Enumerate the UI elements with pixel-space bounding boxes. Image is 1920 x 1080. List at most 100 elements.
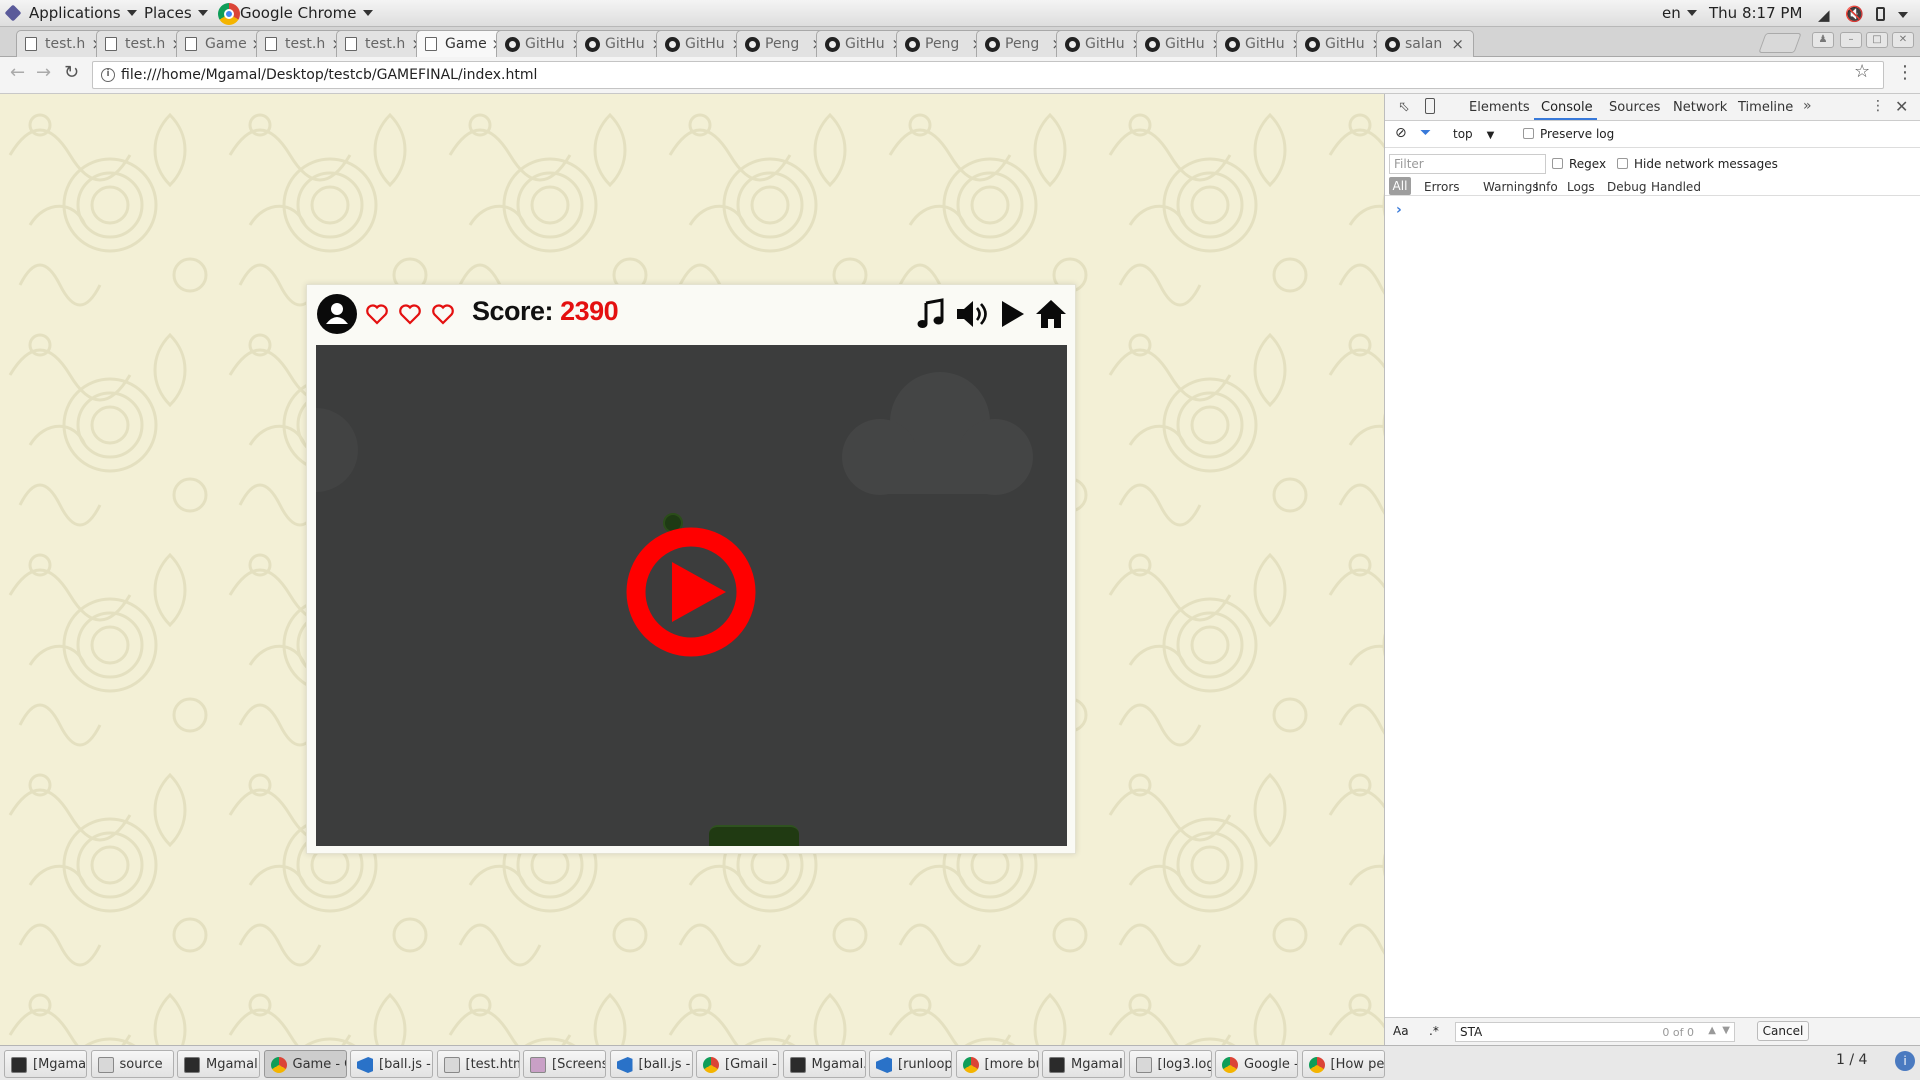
level-handled[interactable]: Handled bbox=[1651, 180, 1701, 194]
taskbar-window-button[interactable]: [Mgamal... bbox=[4, 1050, 87, 1078]
bookmark-star-icon[interactable]: ☆ bbox=[1854, 61, 1870, 82]
browser-tab-strip: test.h×test.h×Game×test.h×test.h×Game×Gi… bbox=[0, 27, 1920, 58]
taskbar-window-button[interactable]: source bbox=[90, 1050, 174, 1078]
more-tabs-chevron-icon[interactable]: » bbox=[1803, 98, 1812, 114]
battery-icon[interactable] bbox=[1876, 7, 1885, 21]
tab-title: GitHu bbox=[525, 36, 565, 52]
close-devtools-icon[interactable]: ✕ bbox=[1895, 97, 1908, 116]
level-logs[interactable]: Logs bbox=[1567, 180, 1595, 194]
console-prompt-chevron-icon[interactable]: › bbox=[1396, 202, 1402, 218]
taskbar-window-button[interactable]: Mgamal... bbox=[782, 1050, 866, 1078]
language-indicator[interactable]: en bbox=[1662, 0, 1697, 27]
maximize-button[interactable]: □ bbox=[1866, 32, 1888, 48]
devtools-menu-icon[interactable]: ⋮ bbox=[1871, 98, 1885, 114]
terminal-icon bbox=[11, 1057, 27, 1073]
forward-arrow-icon[interactable]: → bbox=[36, 62, 51, 83]
search-cancel-button[interactable]: Cancel bbox=[1757, 1021, 1809, 1041]
game-panel: Score: 2390 bbox=[306, 284, 1076, 854]
taskbar-window-label: Mgamal... bbox=[1071, 1057, 1124, 1072]
taskbar-window-label: [log3.log... bbox=[1157, 1057, 1211, 1072]
app-menu[interactable]: Google Chrome bbox=[240, 0, 373, 27]
taskbar-window-label: [ball.js - ... bbox=[638, 1057, 692, 1072]
workspace-switcher-icon[interactable]: i bbox=[1895, 1051, 1915, 1071]
level-all[interactable]: All bbox=[1389, 177, 1411, 195]
info-icon[interactable]: i bbox=[101, 68, 115, 82]
taskbar-window-button[interactable]: [test.htm... bbox=[436, 1050, 520, 1078]
taskbar-window-button[interactable]: [Gmail - ... bbox=[696, 1050, 779, 1078]
reload-icon[interactable]: ↻ bbox=[64, 62, 79, 83]
volume-muted-icon[interactable]: 🔇 bbox=[1845, 5, 1864, 23]
match-case-toggle[interactable]: Aa bbox=[1393, 1024, 1409, 1038]
regex-checkbox[interactable]: Regex bbox=[1552, 157, 1606, 171]
device-mode-icon[interactable] bbox=[1425, 98, 1435, 114]
tab-title: test.h bbox=[125, 36, 166, 52]
tab-elements[interactable]: Elements bbox=[1469, 100, 1530, 115]
minimize-button[interactable]: – bbox=[1840, 32, 1862, 48]
tab-sources[interactable]: Sources bbox=[1609, 100, 1660, 115]
back-arrow-icon[interactable]: ← bbox=[10, 62, 25, 83]
chrome-menu-icon[interactable]: ⋮ bbox=[1896, 62, 1914, 83]
music-note-icon[interactable] bbox=[914, 297, 948, 331]
regex-toggle[interactable]: .* bbox=[1429, 1024, 1439, 1038]
address-bar[interactable]: i file:///home/Mgamal/Desktop/testcb/GAM… bbox=[92, 61, 1884, 89]
browser-tab[interactable]: salan × bbox=[1376, 30, 1474, 57]
tab-title: GitHu bbox=[605, 36, 645, 52]
level-errors[interactable]: Errors bbox=[1424, 180, 1460, 194]
clock[interactable]: Thu 8:17 PM bbox=[1709, 0, 1802, 27]
player-avatar-icon[interactable] bbox=[317, 294, 357, 334]
filter-funnel-icon[interactable]: ⏷ bbox=[1420, 125, 1431, 141]
search-prev-icon[interactable]: ▲ bbox=[1708, 1025, 1716, 1036]
search-next-icon[interactable]: ▼ bbox=[1722, 1025, 1730, 1036]
start-game-play-icon[interactable] bbox=[626, 527, 756, 657]
places-menu[interactable]: Places bbox=[144, 0, 208, 27]
home-icon[interactable] bbox=[1034, 297, 1068, 331]
clear-console-icon[interactable]: ⊘ bbox=[1395, 125, 1407, 141]
search-input[interactable]: STA 0 of 0 ▲ ▼ bbox=[1455, 1022, 1735, 1042]
taskbar-window-button[interactable]: Game - G... bbox=[263, 1050, 347, 1078]
hide-network-checkbox[interactable]: Hide network messages bbox=[1617, 157, 1778, 171]
profile-button[interactable]: ♟ bbox=[1812, 32, 1834, 48]
page-viewport: Score: 2390 bbox=[0, 95, 1384, 1045]
level-debug[interactable]: Debug bbox=[1607, 180, 1646, 194]
taskbar-window-button[interactable]: Mgamal... bbox=[1042, 1050, 1125, 1078]
taskbar-window-button[interactable]: Mgamal... bbox=[177, 1050, 260, 1078]
tab-timeline[interactable]: Timeline bbox=[1738, 100, 1793, 115]
taskbar-window-button[interactable]: [more bu... bbox=[955, 1050, 1039, 1078]
level-info[interactable]: Info bbox=[1535, 180, 1558, 194]
workspace-indicator[interactable]: 1 / 4 bbox=[1836, 1052, 1867, 1068]
taskbar-window-label: Game - G... bbox=[292, 1057, 346, 1072]
inspect-element-icon[interactable]: ⬁ bbox=[1398, 99, 1410, 115]
system-menu-caret-icon[interactable] bbox=[1898, 12, 1908, 18]
tab-console[interactable]: Console bbox=[1541, 100, 1593, 115]
new-tab-button[interactable] bbox=[1758, 33, 1802, 53]
close-window-button[interactable]: ✕ bbox=[1892, 32, 1914, 48]
github-icon bbox=[985, 37, 1000, 52]
level-warnings[interactable]: Warnings bbox=[1483, 180, 1539, 194]
context-label: top bbox=[1453, 127, 1473, 141]
filter-input[interactable]: Filter bbox=[1389, 154, 1546, 174]
taskbar-window-button[interactable]: [How pe... bbox=[1301, 1050, 1385, 1078]
vscode-icon bbox=[616, 1057, 633, 1073]
game-canvas[interactable] bbox=[316, 345, 1067, 846]
taskbar-window-button[interactable]: [Screensh... bbox=[523, 1050, 606, 1078]
heart-life-icon bbox=[432, 304, 454, 325]
taskbar-window-button[interactable]: [ball.js - ... bbox=[350, 1050, 433, 1078]
tab-title: test.h bbox=[45, 36, 86, 52]
devtools-tab-bar: ⬁ Elements Console Sources Network Timel… bbox=[1385, 94, 1920, 121]
github-icon bbox=[1305, 37, 1320, 52]
taskbar-window-button[interactable]: [runloop.j... bbox=[869, 1050, 952, 1078]
taskbar-window-button[interactable]: [ball.js - ... bbox=[609, 1050, 693, 1078]
taskbar-window-label: [ball.js - ... bbox=[379, 1057, 432, 1072]
preserve-log-checkbox[interactable]: Preserve log bbox=[1523, 127, 1614, 141]
context-selector[interactable]: top ▼ bbox=[1453, 127, 1494, 141]
taskbar-window-button[interactable]: Google -... bbox=[1215, 1050, 1298, 1078]
tab-network[interactable]: Network bbox=[1673, 100, 1727, 115]
wifi-icon[interactable]: ◢ bbox=[1818, 6, 1830, 24]
applications-menu[interactable]: Applications bbox=[29, 0, 137, 27]
url-text[interactable]: file:///home/Mgamal/Desktop/testcb/GAMEF… bbox=[121, 67, 537, 83]
close-tab-icon[interactable]: × bbox=[1451, 35, 1464, 53]
speaker-volume-icon[interactable] bbox=[954, 297, 988, 331]
play-icon[interactable] bbox=[995, 297, 1029, 331]
taskbar-window-button[interactable]: [log3.log... bbox=[1128, 1050, 1212, 1078]
terminal-icon bbox=[789, 1057, 806, 1073]
